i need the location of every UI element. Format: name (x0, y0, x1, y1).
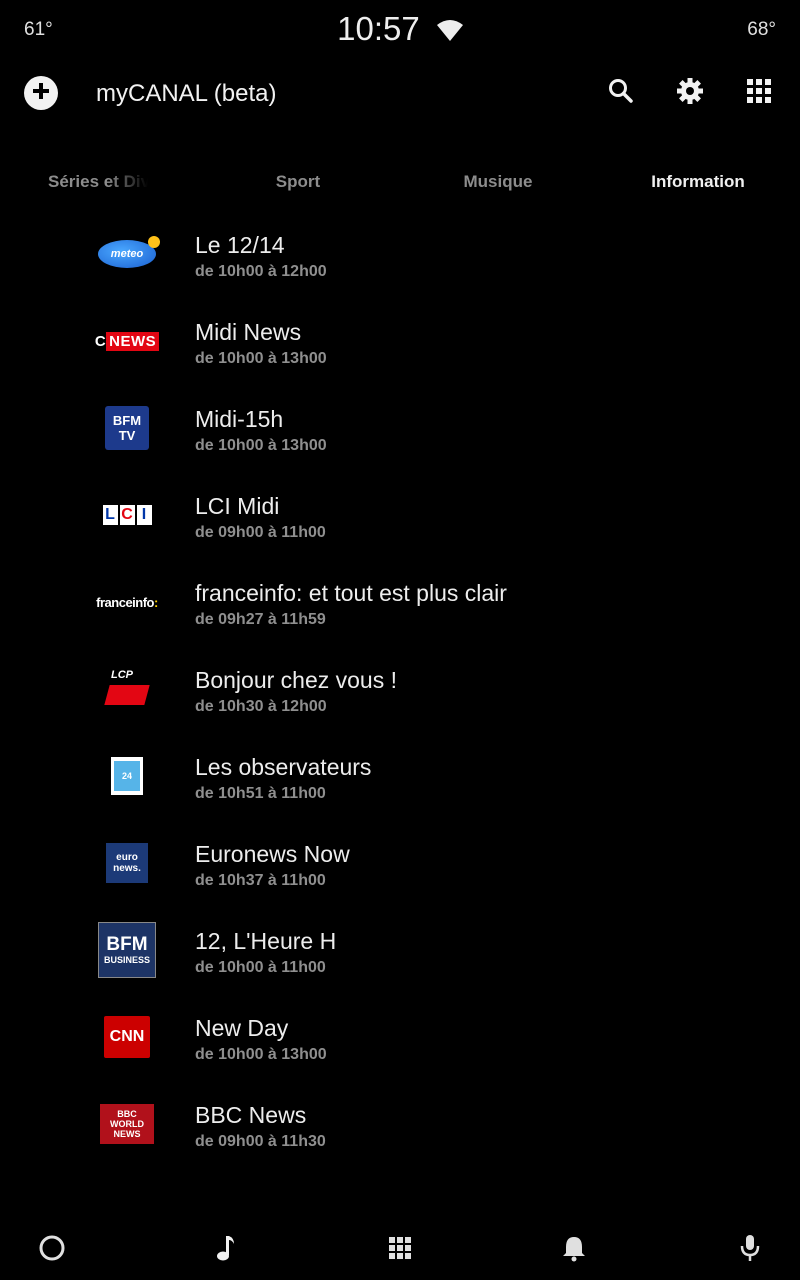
grid-icon (746, 78, 772, 109)
app-title: myCANAL (beta) (96, 80, 277, 107)
program-title: Les observateurs (195, 754, 372, 780)
tab-sport[interactable]: Sport (248, 172, 348, 192)
app-drawer-button[interactable] (380, 1230, 420, 1270)
program-title: Midi News (195, 319, 302, 345)
program-time: de 09h27 à 11h59 (195, 611, 326, 628)
program-title: Euronews Now (195, 841, 350, 867)
wifi-icon (436, 12, 463, 50)
grid-icon (388, 1236, 412, 1265)
tab-musique[interactable]: Musique (448, 172, 548, 192)
gear-icon (675, 76, 705, 111)
bell-icon (561, 1234, 587, 1267)
list-item[interactable]: meteo Le 12/14 de 10h00 à 12h00 (0, 223, 800, 310)
la-chaine-meteo-logo: meteo (92, 226, 162, 282)
program-title: BBC News (195, 1102, 307, 1128)
program-time: de 10h00 à 13h00 (195, 350, 327, 367)
notifications-button[interactable] (554, 1230, 594, 1270)
list-item[interactable]: euro news. Euronews Now de 10h37 à 11h00 (0, 832, 800, 919)
euronews-logo: euro news. (92, 835, 162, 891)
apps-grid-button[interactable] (742, 76, 776, 110)
program-time: de 10h00 à 13h00 (195, 1046, 327, 1063)
status-clock-area: 10:57 (0, 10, 800, 50)
france24-logo: 24 (92, 748, 162, 804)
program-time: de 10h00 à 11h00 (195, 959, 326, 976)
category-tabs: Séries et Divertissement Sport Musique I… (0, 160, 800, 204)
cnews-logo: C NEWS (92, 313, 162, 369)
status-time: 10:57 (337, 10, 420, 47)
voice-button[interactable] (730, 1230, 770, 1270)
navigation-bar (0, 1220, 800, 1280)
program-title: LCI Midi (195, 493, 280, 519)
franceinfo-logo: franceinfo: (96, 594, 158, 610)
add-button[interactable] (24, 76, 58, 110)
list-item[interactable]: BFM TV Midi-15h de 10h00 à 13h00 (0, 397, 800, 484)
list-item[interactable]: BBC WORLD NEWS BBC News de 09h00 à 11h30 (0, 1093, 800, 1180)
plus-icon (31, 81, 51, 106)
list-item[interactable]: LCP Bonjour chez vous ! de 10h30 à 12h00 (0, 658, 800, 745)
program-title: franceinfo: et tout est plus clair (195, 580, 507, 606)
list-item[interactable]: C NEWS Midi News de 10h00 à 13h00 (0, 310, 800, 397)
program-title: 12, L'Heure H (195, 928, 337, 954)
program-title: Le 12/14 (195, 232, 285, 258)
music-note-icon (214, 1234, 238, 1267)
program-list: meteo Le 12/14 de 10h00 à 12h00 C NEWS Mi… (0, 223, 800, 1180)
search-icon (607, 77, 635, 110)
status-bar: 61° 10:57 68° (0, 0, 800, 60)
list-item[interactable]: BFM BUSINESS 12, L'Heure H de 10h00 à 11h… (0, 919, 800, 1006)
bfmtv-logo: BFM TV (92, 400, 162, 456)
cnn-logo: CNN (92, 1009, 162, 1065)
list-item[interactable]: CNN New Day de 10h00 à 13h00 (0, 1006, 800, 1093)
app-bar: myCANAL (beta) (0, 62, 800, 126)
tab-series[interactable]: Séries et Divertissement (48, 172, 148, 192)
bfm-business-logo: BFM BUSINESS (92, 922, 162, 978)
list-item[interactable]: franceinfo: franceinfo: et tout est plus… (0, 571, 800, 658)
weather-right-temp: 68° (747, 19, 776, 40)
program-time: de 10h37 à 11h00 (195, 872, 326, 889)
circle-icon (38, 1234, 66, 1267)
program-time: de 10h51 à 11h00 (195, 785, 326, 802)
program-time: de 10h00 à 13h00 (195, 437, 327, 454)
list-item[interactable]: LCI LCI Midi de 09h00 à 11h00 (0, 484, 800, 571)
program-time: de 09h00 à 11h30 (195, 1133, 326, 1150)
music-button[interactable] (206, 1230, 246, 1270)
home-button[interactable] (32, 1230, 72, 1270)
program-title: Bonjour chez vous ! (195, 667, 398, 693)
search-button[interactable] (604, 76, 638, 110)
tab-information[interactable]: Information (640, 172, 756, 192)
lci-logo: LCI (92, 487, 162, 543)
settings-button[interactable] (673, 76, 707, 110)
list-item[interactable]: 24 Les observateurs de 10h51 à 11h00 (0, 745, 800, 832)
microphone-icon (739, 1233, 761, 1268)
program-title: New Day (195, 1015, 289, 1041)
program-title: Midi-15h (195, 406, 284, 432)
program-time: de 10h00 à 12h00 (195, 263, 327, 280)
bbc-world-news-logo: BBC WORLD NEWS (92, 1096, 162, 1152)
program-time: de 09h00 à 11h00 (195, 524, 326, 541)
program-time: de 10h30 à 12h00 (195, 698, 327, 715)
lcp-logo: LCP (92, 661, 162, 717)
